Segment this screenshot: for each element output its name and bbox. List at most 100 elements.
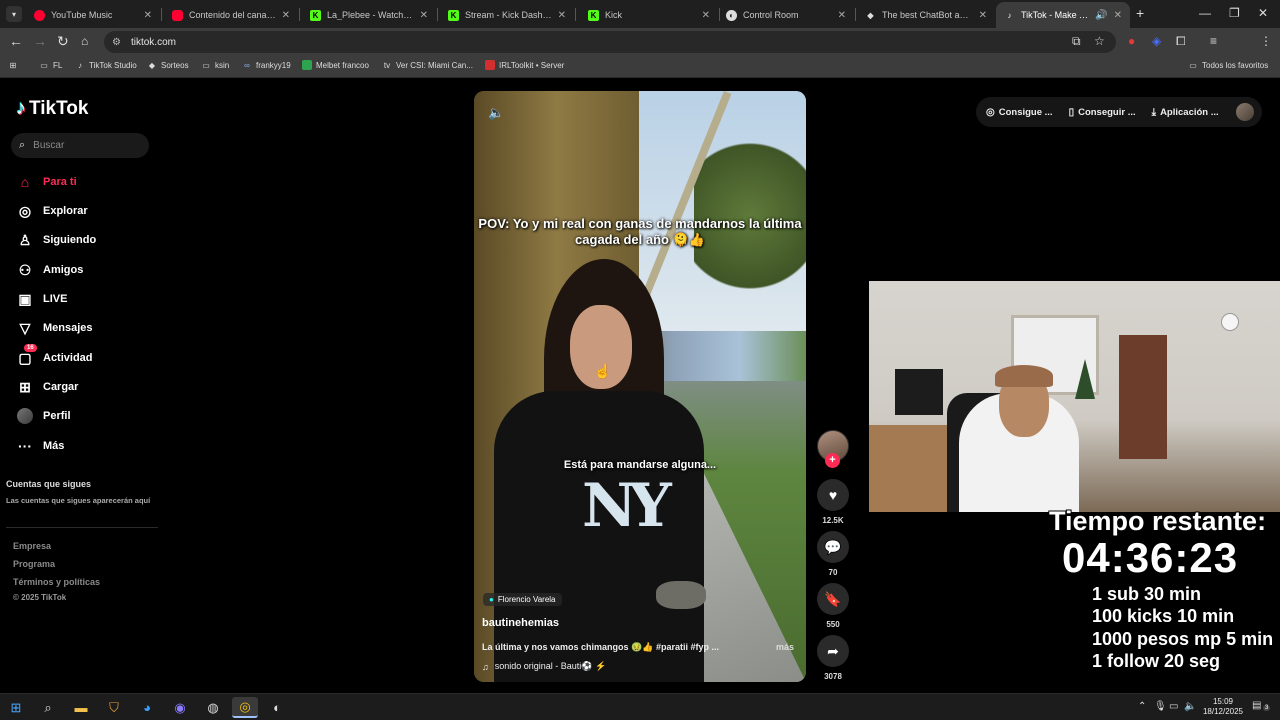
- close-icon[interactable]: ✕: [420, 10, 428, 21]
- speaker-icon[interactable]: 🔊: [1095, 10, 1107, 21]
- bookmark-ksin[interactable]: ▭ ksin: [201, 60, 229, 70]
- window-close-button[interactable]: ✕: [1258, 6, 1268, 20]
- restore-button[interactable]: ❐: [1229, 6, 1240, 20]
- comment-icon[interactable]: 💬: [817, 531, 849, 563]
- tab-kick[interactable]: K Kick ✕: [580, 2, 718, 28]
- get-app-button[interactable]: ▯ Conseguir ...: [1069, 107, 1136, 118]
- video-player[interactable]: NY 🔈 POV: Yo y mi real con ganas de mand…: [474, 91, 806, 682]
- nav-actividad[interactable]: ▢ 16 Actividad: [16, 344, 93, 367]
- share-icon[interactable]: ➦: [817, 635, 849, 667]
- footer-link-terminos[interactable]: Términos y políticas: [13, 577, 100, 587]
- nav-cargar[interactable]: ⊞ Cargar: [16, 378, 78, 396]
- extension-red-icon[interactable]: ●: [1128, 34, 1135, 48]
- tab-search-icon[interactable]: ▾: [6, 6, 22, 22]
- tab-control-room[interactable]: ◐ Control Room ✕: [718, 2, 854, 28]
- reload-button[interactable]: ↻: [57, 33, 69, 50]
- windows-start-icon[interactable]: ⊞: [3, 697, 29, 718]
- volume-icon[interactable]: 🔈: [1184, 701, 1196, 712]
- overlay-rule: 100 kicks 10 min: [1092, 606, 1235, 626]
- get-coins-button[interactable]: ◎ Consigue ...: [986, 107, 1053, 118]
- nav-explorar[interactable]: ◎ Explorar: [16, 202, 88, 220]
- share-action[interactable]: ➦ 3078: [817, 635, 849, 681]
- bookmark-irltoolkit[interactable]: IRLToolkit • Server: [485, 60, 564, 70]
- nav-live[interactable]: ▣ LIVE: [16, 290, 67, 308]
- network-icon[interactable]: ▭: [1169, 701, 1178, 712]
- bookmark-tiktok-studio[interactable]: ♪ TikTok Studio: [75, 60, 137, 70]
- notification-icon[interactable]: ▤: [1252, 700, 1261, 711]
- bookmark-csi-miami[interactable]: tv Ver CSI: Miami Can...: [382, 60, 473, 70]
- app-shield-icon[interactable]: ⛉: [101, 697, 127, 718]
- address-bar[interactable]: ⚙ tiktok.com: [104, 31, 1116, 53]
- bookmark-star-icon[interactable]: ☆: [1094, 34, 1105, 48]
- tiktok-logo[interactable]: ♪ TikTok: [16, 97, 88, 120]
- app-cat-icon[interactable]: ◐: [264, 697, 290, 718]
- comment-action[interactable]: 💬 70: [817, 531, 849, 577]
- tab-youtube-studio[interactable]: Contenido del canal - You ✕: [164, 2, 298, 28]
- bookmark-fl[interactable]: ▭ FL: [39, 60, 62, 70]
- close-icon[interactable]: ✕: [558, 10, 566, 21]
- tab-tiktok[interactable]: ♪ TikTok - Make Your Day 🔊 ✕: [996, 2, 1130, 28]
- apps-grid-icon[interactable]: ⊞: [8, 60, 22, 70]
- bookmark-icon[interactable]: 🔖: [817, 583, 849, 615]
- install-app-icon[interactable]: ⧉: [1072, 34, 1081, 49]
- nav-amigos[interactable]: ⚇ Amigos: [16, 261, 84, 279]
- search-icon[interactable]: ⌕: [35, 697, 61, 718]
- nav-siguiendo[interactable]: ♙ Siguiendo: [16, 231, 96, 249]
- nav-para-ti[interactable]: ⌂ Para ti: [16, 173, 77, 191]
- obs-icon[interactable]: ◉: [167, 697, 193, 718]
- tab-chatbot[interactable]: ◆ The best ChatBot and Wi ✕: [857, 2, 995, 28]
- all-bookmarks-button[interactable]: ▭ Todos los favoritos: [1188, 60, 1268, 70]
- heart-icon[interactable]: ♥: [817, 479, 849, 511]
- more-button[interactable]: más: [776, 642, 794, 652]
- close-icon[interactable]: ✕: [979, 10, 987, 21]
- footer-link-empresa[interactable]: Empresa: [13, 541, 51, 551]
- tab-kick-dashboard[interactable]: K Stream - Kick Dashboard ✕: [440, 2, 574, 28]
- menu-kebab-icon[interactable]: ⋮: [1260, 34, 1272, 48]
- extensions-puzzle-icon[interactable]: ⧠: [1176, 34, 1186, 49]
- footer-link-programa[interactable]: Programa: [13, 559, 55, 569]
- bookmark-melbet[interactable]: Melbet francoo: [302, 60, 369, 70]
- nav-mensajes[interactable]: ▽ Mensajes: [16, 319, 93, 337]
- bookmark-sorteos[interactable]: ◆ Sorteos: [147, 60, 189, 70]
- new-tab-button[interactable]: +: [1136, 5, 1144, 21]
- search-box[interactable]: ⌕: [11, 133, 149, 158]
- bookmark-frankyy19[interactable]: ∞ frankyy19: [242, 60, 291, 70]
- back-button[interactable]: ←: [9, 33, 23, 49]
- volume-icon[interactable]: 🔈: [488, 105, 504, 121]
- chatbot-icon: ◆: [867, 10, 874, 20]
- like-action[interactable]: ♥ 12.5K: [817, 479, 849, 525]
- close-icon[interactable]: ✕: [702, 10, 710, 21]
- tab-youtube-music[interactable]: YouTube Music ✕: [26, 2, 160, 28]
- microphone-icon[interactable]: 🎙: [1154, 701, 1167, 712]
- site-info-icon[interactable]: ⚙: [112, 37, 121, 48]
- tray-chevron-icon[interactable]: ⌃: [1138, 701, 1146, 712]
- streaming-app-icon[interactable]: ◍: [200, 697, 226, 718]
- user-avatar[interactable]: [1236, 103, 1254, 121]
- location-label: Florencio Varela: [497, 595, 556, 604]
- desktop-app-button[interactable]: ⤓ Aplicación ...: [1152, 107, 1219, 118]
- close-icon[interactable]: ✕: [144, 10, 152, 21]
- close-icon[interactable]: ✕: [838, 10, 846, 21]
- tab-kick-vod[interactable]: K La_Plebee - Watch the VOD ✕: [302, 2, 436, 28]
- save-action[interactable]: 🔖 550: [817, 583, 849, 629]
- clock-date: 18/12/2025: [1202, 707, 1244, 716]
- location-tag[interactable]: ● Florencio Varela: [483, 593, 562, 606]
- system-clock[interactable]: 15:09 18/12/2025: [1198, 697, 1248, 717]
- close-icon[interactable]: ✕: [282, 10, 290, 21]
- minimize-button[interactable]: —: [1199, 6, 1211, 20]
- chrome-icon[interactable]: ◎: [232, 697, 258, 718]
- video-music[interactable]: ♫ sonido original - Bauti⚽ ⚡: [482, 661, 606, 672]
- file-explorer-icon[interactable]: ▬: [68, 697, 94, 718]
- nav-perfil[interactable]: Perfil: [16, 407, 71, 425]
- edge-icon[interactable]: ◕: [134, 697, 160, 718]
- follow-plus-button[interactable]: +: [825, 453, 840, 468]
- media-control-icon[interactable]: ≡: [1210, 34, 1217, 48]
- close-icon[interactable]: ✕: [1114, 10, 1122, 21]
- forward-button[interactable]: →: [33, 33, 47, 49]
- home-icon[interactable]: ⌂: [81, 34, 88, 48]
- messages-icon: ▽: [19, 319, 31, 336]
- nav-mas[interactable]: ··· Más: [16, 437, 64, 455]
- search-input[interactable]: [33, 140, 129, 151]
- extension-blue-icon[interactable]: ◈: [1152, 34, 1161, 48]
- video-author[interactable]: bautinehemias: [482, 617, 559, 629]
